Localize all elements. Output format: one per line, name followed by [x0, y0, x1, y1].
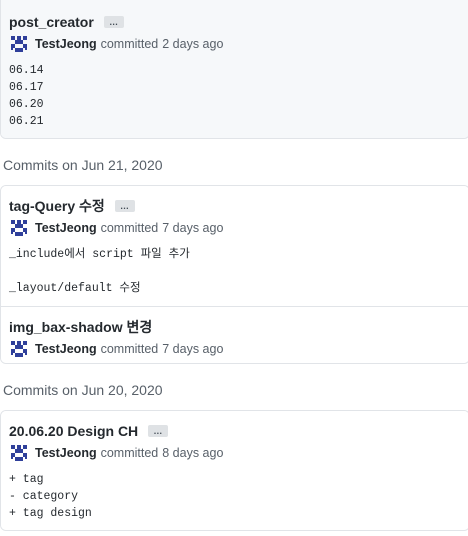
commit-meta: TestJeong committed 2 days ago [9, 34, 461, 54]
commit-action: committed [100, 342, 159, 356]
commit-title-row: post_creator … [9, 11, 461, 33]
commit-time[interactable]: 2 days ago [162, 37, 223, 51]
commit-description: _include에서 script 파일 추가 _layout/default … [9, 248, 190, 295]
commit-author[interactable]: TestJeong [35, 37, 97, 51]
commit-action: committed [100, 37, 159, 51]
commits-date-heading: Commits on Jun 21, 2020 [3, 157, 163, 173]
commit-action: committed [100, 446, 159, 460]
commits-date-heading: Commits on Jun 20, 2020 [3, 382, 163, 398]
commit-title-link[interactable]: img_bax-shadow 변경 [9, 317, 152, 337]
expand-description-button[interactable]: … [148, 425, 169, 437]
commit-author[interactable]: TestJeong [35, 446, 97, 460]
commit-meta: TestJeong committed 8 days ago [9, 443, 461, 463]
commit-author[interactable]: TestJeong [35, 221, 97, 235]
commit-group: 20.06.20 Design CH … TestJeong committed… [0, 410, 468, 531]
commit-meta: TestJeong committed 7 days ago [9, 339, 461, 359]
commit-time[interactable]: 7 days ago [162, 221, 223, 235]
commit-title-row: 20.06.20 Design CH … [9, 420, 461, 442]
commit-group: post_creator … TestJeong committed 2 day… [0, 0, 468, 139]
identicon-avatar-icon[interactable] [9, 34, 29, 54]
commit-title-row: tag-Query 수정 … [9, 195, 461, 217]
commit-title-link[interactable]: post_creator [9, 14, 94, 30]
commit-title-link[interactable]: 20.06.20 Design CH [9, 423, 138, 439]
commit-item: img_bax-shadow 변경 TestJeong committed 7 … [1, 306, 468, 363]
expand-description-button[interactable]: … [114, 200, 135, 212]
expand-description-button[interactable]: … [103, 16, 124, 28]
commit-action: committed [100, 221, 159, 235]
identicon-avatar-icon[interactable] [9, 218, 29, 238]
commit-item: 20.06.20 Design CH … TestJeong committed… [1, 411, 468, 530]
identicon-avatar-icon[interactable] [9, 339, 29, 359]
commit-meta: TestJeong committed 7 days ago [9, 218, 461, 238]
commit-item: tag-Query 수정 … TestJeong committed 7 day… [1, 186, 468, 306]
commit-author[interactable]: TestJeong [35, 342, 97, 356]
commit-description: 06.14 06.17 06.20 06.21 [9, 64, 44, 128]
commit-title-row: img_bax-shadow 변경 [9, 316, 461, 338]
commit-group: tag-Query 수정 … TestJeong committed 7 day… [0, 185, 468, 364]
identicon-avatar-icon[interactable] [9, 443, 29, 463]
commit-title-link[interactable]: tag-Query 수정 [9, 196, 105, 216]
commit-time[interactable]: 7 days ago [162, 342, 223, 356]
commit-item: post_creator … TestJeong committed 2 day… [1, 0, 468, 138]
commit-description: + tag - category + tag design [9, 473, 92, 520]
commit-time[interactable]: 8 days ago [162, 446, 223, 460]
